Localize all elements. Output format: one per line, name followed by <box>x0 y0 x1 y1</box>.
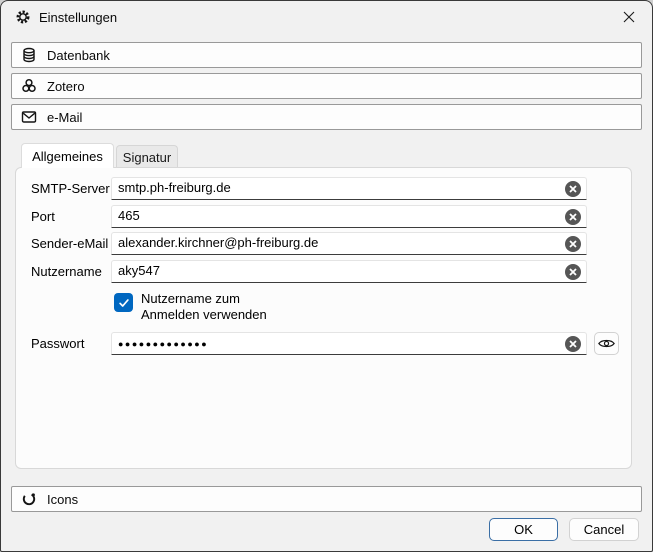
tab-label: Signatur <box>123 150 171 165</box>
use-username-label-line2: Anmelden verwenden <box>141 307 267 323</box>
section-label: Zotero <box>47 79 85 94</box>
use-username-label: Nutzername zum Anmelden verwenden <box>141 291 267 323</box>
ok-button[interactable]: OK <box>489 518 558 541</box>
close-icon <box>623 11 635 23</box>
database-icon <box>21 47 37 63</box>
section-header-icons[interactable]: Icons <box>11 486 642 512</box>
passwort-label: Passwort <box>31 336 84 351</box>
use-username-label-line1: Nutzername zum <box>141 291 267 307</box>
port-label: Port <box>31 209 55 224</box>
ok-button-label: OK <box>514 522 533 537</box>
zotero-icon <box>21 78 37 94</box>
section-label: e-Mail <box>47 110 82 125</box>
eye-icon <box>598 338 615 349</box>
sender-email-label: Sender-eMail <box>31 236 108 251</box>
section-label: Icons <box>47 492 78 507</box>
passwort-input[interactable] <box>112 333 586 354</box>
gear-icon <box>15 9 31 25</box>
sender-email-input[interactable] <box>112 233 586 254</box>
titlebar: Einstellungen <box>1 1 652 33</box>
clear-icon[interactable] <box>565 181 581 197</box>
tab-signatur[interactable]: Signatur <box>116 145 178 168</box>
port-input[interactable] <box>112 206 586 227</box>
smtp-server-input[interactable] <box>112 178 586 199</box>
tab-label: Allgemeines <box>32 149 103 164</box>
section-header-email[interactable]: e-Mail <box>11 104 642 130</box>
clear-icon[interactable] <box>565 209 581 225</box>
cancel-button[interactable]: Cancel <box>569 518 639 541</box>
check-icon <box>118 297 130 309</box>
clear-icon[interactable] <box>565 264 581 280</box>
nutzername-label: Nutzername <box>31 264 102 279</box>
window-title: Einstellungen <box>39 10 117 25</box>
passwort-field-wrap <box>111 332 587 355</box>
cancel-button-label: Cancel <box>584 522 624 537</box>
section-header-datenbank[interactable]: Datenbank <box>11 42 642 68</box>
sender-email-field-wrap <box>111 232 587 255</box>
section-label: Datenbank <box>47 48 110 63</box>
tab-allgemeines[interactable]: Allgemeines <box>21 143 114 168</box>
clear-icon[interactable] <box>565 236 581 252</box>
refresh-icon <box>21 491 37 507</box>
smtp-server-label: SMTP-Server <box>31 181 110 196</box>
nutzername-field-wrap <box>111 260 587 283</box>
show-password-button[interactable] <box>594 332 619 355</box>
port-field-wrap <box>111 205 587 228</box>
settings-dialog: Einstellungen Datenbank Zote <box>0 0 653 552</box>
mail-icon <box>21 109 37 125</box>
close-button[interactable] <box>606 1 652 33</box>
section-header-zotero[interactable]: Zotero <box>11 73 642 99</box>
smtp-server-field-wrap <box>111 177 587 200</box>
use-username-checkbox[interactable] <box>114 293 133 312</box>
clear-icon[interactable] <box>565 336 581 352</box>
nutzername-input[interactable] <box>112 261 586 282</box>
